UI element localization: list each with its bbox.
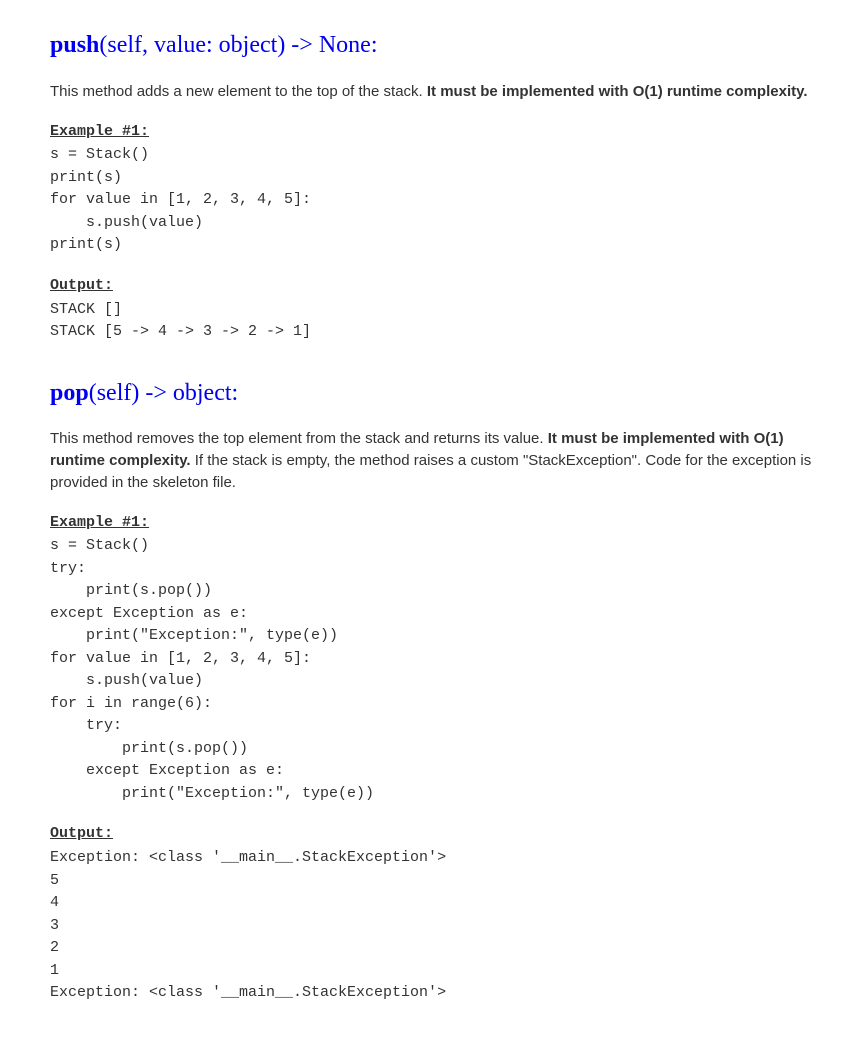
pop-example-code: s = Stack() try: print(s.pop()) except E… (50, 535, 818, 805)
push-desc-text: This method adds a new element to the to… (50, 83, 427, 100)
pop-desc-text: This method removes the top element from… (50, 430, 548, 447)
pop-method-name: pop (50, 380, 89, 406)
push-desc-bold: It must be implemented with O(1) runtime… (427, 83, 808, 100)
push-example-code: s = Stack() print(s) for value in [1, 2,… (50, 144, 818, 257)
pop-heading: pop(self) -> object: (50, 376, 818, 411)
push-heading: push(self, value: object) -> None: (50, 28, 818, 63)
push-example-label: Example #1: (50, 121, 818, 143)
pop-description: This method removes the top element from… (50, 428, 818, 493)
pop-output-label: Output: (50, 823, 818, 845)
pop-output-code: Exception: <class '__main__.StackExcepti… (50, 847, 818, 1005)
pop-method-sig: (self) -> object: (89, 380, 238, 406)
pop-example-label: Example #1: (50, 512, 818, 534)
push-output-label: Output: (50, 275, 818, 297)
push-description: This method adds a new element to the to… (50, 81, 818, 103)
push-method-sig: (self, value: object) -> None: (99, 32, 377, 58)
push-output-code: STACK [] STACK [5 -> 4 -> 3 -> 2 -> 1] (50, 299, 818, 344)
push-method-name: push (50, 32, 99, 58)
